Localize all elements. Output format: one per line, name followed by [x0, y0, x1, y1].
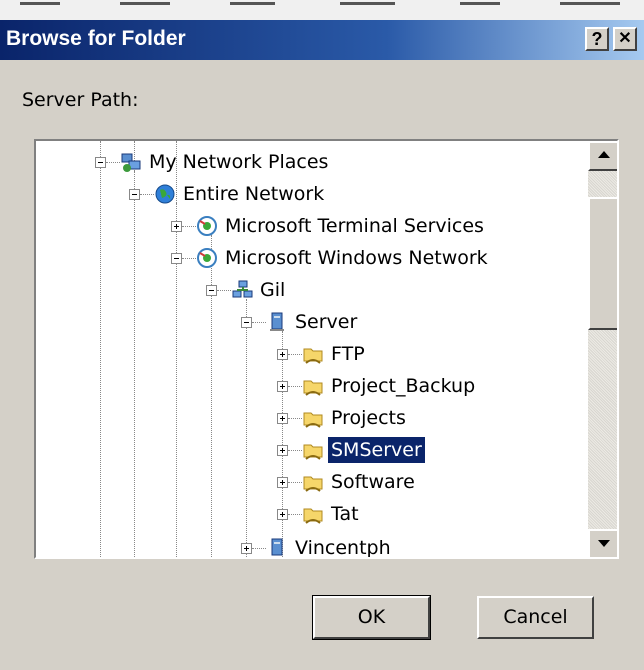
vertical-scrollbar[interactable] — [588, 141, 617, 557]
shared-folder-icon — [303, 412, 323, 428]
tree-item-tat[interactable]: Tat — [328, 501, 362, 527]
tree-item-gil[interactable]: Gil — [257, 277, 288, 303]
tree-item-microsoft-windows-network[interactable]: Microsoft Windows Network — [222, 245, 491, 271]
tree-item-server[interactable]: Server — [292, 309, 360, 335]
workgroup-icon — [232, 280, 253, 298]
tree-item-microsoft-terminal-services[interactable]: Microsoft Terminal Services — [222, 213, 487, 239]
shared-folder-icon — [303, 444, 323, 460]
scroll-thumb[interactable] — [588, 197, 617, 330]
background-window-strip — [0, 0, 644, 20]
tree-item-software[interactable]: Software — [328, 469, 418, 495]
scroll-up-button[interactable] — [588, 141, 617, 171]
arrow-down-icon — [598, 540, 610, 547]
shared-folder-icon — [303, 348, 323, 364]
cancel-button[interactable]: Cancel — [477, 596, 594, 639]
tree-item-entire-network[interactable]: Entire Network — [180, 181, 327, 207]
tree-item-my-network-places[interactable]: My Network Places — [146, 149, 331, 175]
close-button[interactable]: ✕ — [613, 27, 637, 51]
tree-item-smserver[interactable]: SMServer — [328, 437, 425, 463]
network-places-icon — [121, 153, 141, 172]
computer-icon — [271, 538, 283, 556]
server-path-label: Server Path: — [22, 89, 139, 111]
dialog-title: Browse for Folder — [6, 27, 186, 50]
ok-button[interactable]: OK — [312, 595, 431, 640]
title-bar[interactable]: Browse for Folder ? ✕ — [0, 20, 644, 60]
globe-icon — [155, 184, 175, 204]
shared-folder-icon — [303, 380, 323, 396]
tree-item-project-backup[interactable]: Project_Backup — [328, 373, 478, 399]
scroll-down-button[interactable] — [588, 529, 617, 557]
tree-item-ftp[interactable]: FTP — [328, 341, 368, 367]
tree-item-vincentph[interactable]: Vincentph — [292, 535, 394, 557]
shared-folder-icon — [303, 508, 323, 524]
help-button[interactable]: ? — [585, 27, 609, 51]
computer-icon — [270, 312, 284, 331]
folder-tree[interactable]: My Network Places Entire Network Microso… — [34, 139, 619, 559]
terminal-services-icon — [197, 216, 217, 236]
windows-network-icon — [197, 248, 217, 268]
tree-view[interactable]: My Network Places Entire Network Microso… — [36, 141, 588, 557]
shared-folder-icon — [303, 476, 323, 492]
tree-item-projects[interactable]: Projects — [328, 405, 409, 431]
arrow-up-icon — [598, 151, 610, 158]
